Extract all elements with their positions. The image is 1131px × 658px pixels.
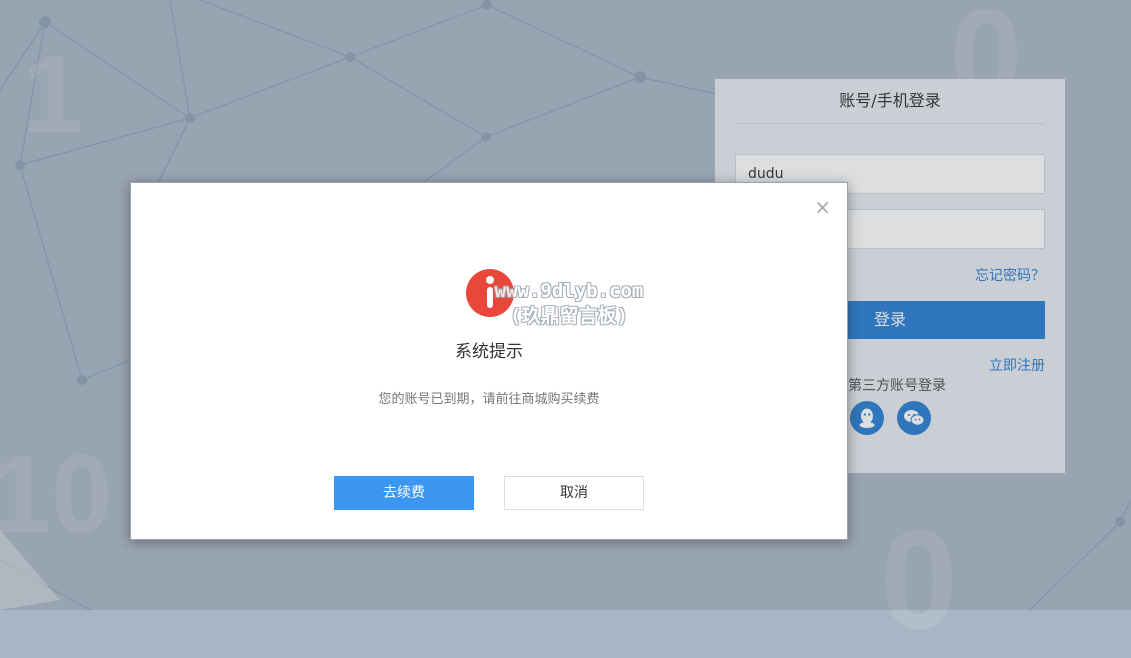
info-icon <box>466 269 514 317</box>
dialog-title: 系统提示 <box>455 342 523 362</box>
dialog-message: 您的账号已到期，请前往商城购买续费 <box>378 392 600 407</box>
close-icon[interactable]: × <box>814 197 831 217</box>
renew-button[interactable]: 去续费 <box>334 476 474 510</box>
system-alert-dialog: × www.9dlyb.com (玖鼎留言板) 系统提示 您的账号已到期，请前往… <box>130 182 848 540</box>
cancel-button[interactable]: 取消 <box>504 476 644 510</box>
